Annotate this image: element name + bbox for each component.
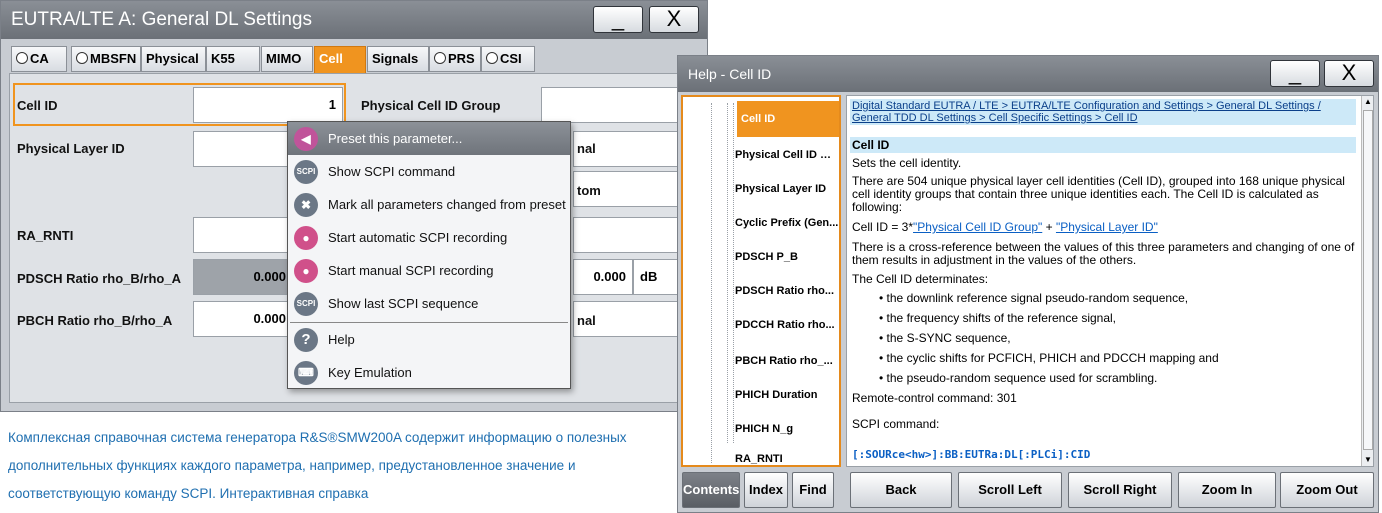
pdsch-ratio-right-field[interactable]: 0.000 — [573, 259, 633, 295]
tab-mbsfn[interactable]: MBSFN — [71, 46, 141, 72]
scpi-sequence-icon: SCPI — [294, 292, 318, 316]
help-icon: ? — [294, 328, 318, 352]
physical-layer-id-field[interactable] — [193, 131, 293, 167]
menu-item-help[interactable]: ? Help — [288, 323, 570, 356]
menu-item-show-scpi[interactable]: SCPI Show SCPI command — [288, 155, 570, 188]
scpi-icon: SCPI — [294, 160, 318, 184]
help-close-button[interactable]: X — [1324, 60, 1374, 87]
partial-label-tom: tom — [577, 183, 601, 198]
keyboard-icon: ⌨ — [294, 361, 318, 385]
cell-id-field[interactable]: 1 — [193, 87, 343, 123]
help-heading: Cell ID — [850, 137, 1356, 153]
toc-item[interactable]: Cyclic Prefix (Gen... — [735, 205, 839, 241]
ra-rnti-field[interactable] — [193, 217, 293, 253]
toc-item[interactable]: Physical Cell ID Gr... — [735, 137, 839, 173]
remote-command: Remote-control command: 301 — [852, 391, 1017, 405]
x-mark-icon: ✖ — [294, 193, 318, 217]
cell-id-label: Cell ID — [17, 98, 58, 113]
window-title-bar[interactable]: EUTRA/LTE A: General DL Settings _ X — [1, 1, 707, 39]
pdsch-ratio-label: PDSCH Ratio rho_B/rho_A — [17, 271, 181, 286]
caption-text: Комплексная справочная система генератор… — [8, 430, 627, 501]
tab-csi[interactable]: CSI — [481, 46, 535, 72]
help-scrollbar[interactable]: ▲ ▼ — [1361, 96, 1373, 466]
menu-item-mark-changed[interactable]: ✖ Mark all parameters changed from prese… — [288, 188, 570, 221]
scroll-left-button[interactable]: Scroll Left — [958, 472, 1062, 508]
pbch-ratio-field[interactable]: 0.000 — [193, 301, 293, 337]
toc-item[interactable]: PDCCH Ratio rho... — [735, 307, 839, 343]
list-item: • the frequency shifts of the reference … — [879, 311, 1117, 325]
zoom-out-button[interactable]: Zoom Out — [1280, 472, 1374, 508]
pbch-ratio-label: PBCH Ratio rho_B/rho_A — [17, 313, 173, 328]
pdsch-ratio-field[interactable]: 0.000 — [193, 259, 293, 295]
context-menu: ◀ Preset this parameter... SCPI Show SCP… — [287, 121, 571, 389]
tree-line — [733, 103, 734, 443]
ra-rnti-label: RA_RNTI — [17, 228, 74, 243]
partial-label-nal-2: nal — [577, 313, 596, 328]
toc-item[interactable]: Cell ID — [737, 101, 839, 137]
index-button[interactable]: Index — [744, 472, 788, 508]
breadcrumb[interactable]: Digital Standard EUTRA / LTE > EUTRA/LTE… — [850, 99, 1356, 125]
link-physical-cell-id-group[interactable]: "Physical Cell ID Group" — [913, 220, 1042, 234]
tab-ca[interactable]: CA — [11, 46, 67, 72]
help-paragraph: The Cell ID determinates: — [852, 272, 989, 286]
toc-item[interactable]: Physical Layer ID — [735, 171, 839, 207]
help-window: Help - Cell ID _ X Cell ID Physical Cell… — [677, 55, 1379, 513]
menu-item-start-auto-recording[interactable]: ● Start automatic SCPI recording — [288, 221, 570, 254]
general-dl-settings-window: EUTRA/LTE A: General DL Settings _ X CA … — [0, 0, 709, 412]
find-button[interactable]: Find — [792, 472, 834, 508]
partial-label-nal: nal — [577, 141, 596, 156]
list-item: • the S-SYNC sequence, — [879, 331, 1011, 345]
scroll-right-button[interactable]: Scroll Right — [1068, 472, 1172, 508]
tab-physical[interactable]: Physical — [141, 46, 206, 72]
link-physical-layer-id[interactable]: "Physical Layer ID" — [1056, 220, 1158, 234]
help-paragraph: There are 504 unique physical layer cell… — [852, 174, 1345, 214]
scpi-command[interactable]: [:SOURce<hw>]:BB:EUTRa:DL[:PLCi]:CID — [852, 448, 1090, 461]
radio-icon — [434, 52, 446, 64]
list-item: • the cyclic shifts for PCFICH, PHICH an… — [879, 351, 1219, 365]
zoom-in-button[interactable]: Zoom In — [1178, 472, 1276, 508]
tab-cell[interactable]: Cell — [314, 46, 366, 76]
tab-mimo[interactable]: MIMO — [261, 46, 313, 72]
toc-item[interactable]: PBCH Ratio rho_... — [735, 343, 839, 379]
minimize-button[interactable]: _ — [593, 6, 643, 33]
contents-button[interactable]: Contents — [682, 472, 740, 508]
tab-k55[interactable]: K55 — [206, 46, 260, 72]
record-manual-icon: ● — [294, 259, 318, 283]
preset-arrow-icon: ◀ — [294, 127, 318, 151]
menu-item-preset[interactable]: ◀ Preset this parameter... — [288, 122, 570, 155]
physical-layer-id-label: Physical Layer ID — [17, 141, 125, 156]
scroll-up-icon[interactable]: ▲ — [1362, 96, 1373, 108]
radio-icon — [486, 52, 498, 64]
list-item: • the downlink reference signal pseudo-r… — [879, 291, 1189, 305]
radio-icon — [16, 52, 28, 64]
toc-item[interactable]: PDSCH P_B — [735, 239, 839, 275]
physical-cell-id-group-label: Physical Cell ID Group — [361, 98, 501, 113]
radio-icon — [76, 52, 88, 64]
tab-prs[interactable]: PRS — [429, 46, 481, 72]
tree-line — [727, 103, 728, 443]
help-paragraph: Sets the cell identity. — [852, 156, 962, 170]
help-minimize-button[interactable]: _ — [1270, 60, 1320, 87]
cell-id-formula: Cell ID = 3*"Physical Cell ID Group" + "… — [852, 220, 1158, 234]
tree-line — [711, 103, 712, 463]
scpi-label: SCPI command: — [852, 417, 940, 431]
menu-item-start-manual-recording[interactable]: ● Start manual SCPI recording — [288, 254, 570, 287]
menu-item-show-last-scpi[interactable]: SCPI Show last SCPI sequence — [288, 287, 570, 320]
menu-item-key-emulation[interactable]: ⌨ Key Emulation — [288, 356, 570, 389]
help-paragraph: There is a cross-reference between the v… — [852, 240, 1355, 267]
help-title-bar[interactable]: Help - Cell ID _ X — [678, 56, 1378, 92]
record-auto-icon: ● — [294, 226, 318, 250]
scrollbar-thumb[interactable] — [1363, 110, 1373, 450]
scroll-down-icon[interactable]: ▼ — [1362, 454, 1373, 466]
back-button[interactable]: Back — [850, 472, 952, 508]
tab-signals[interactable]: Signals — [367, 46, 429, 72]
close-button[interactable]: X — [649, 6, 699, 33]
toc-item[interactable]: PDSCH Ratio rho... — [735, 273, 839, 309]
help-contents-tree: Cell ID Physical Cell ID Gr... Physical … — [681, 95, 841, 467]
help-content-pane: Digital Standard EUTRA / LTE > EUTRA/LTE… — [846, 95, 1374, 467]
toc-item[interactable]: PHICH Duration — [735, 377, 839, 413]
help-window-title: Help - Cell ID — [688, 66, 772, 82]
window-title: EUTRA/LTE A: General DL Settings — [11, 9, 312, 30]
list-item: • the pseudo-random sequence used for sc… — [879, 371, 1158, 385]
